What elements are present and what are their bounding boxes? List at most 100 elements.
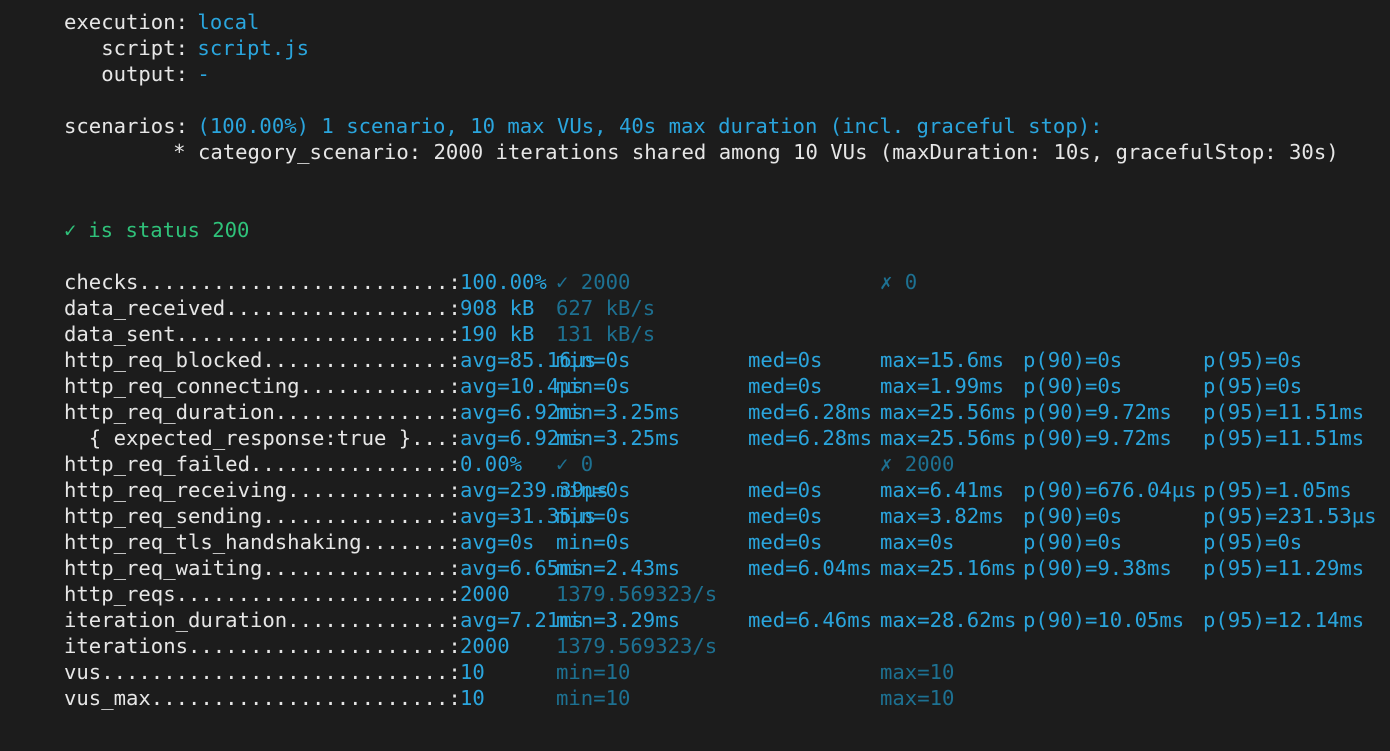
header-label: execution: [64, 10, 188, 34]
metric-name: http_req_sending...............: [64, 504, 461, 528]
checkmark-icon: ✓ [64, 218, 77, 242]
metric-value: p(95)=0s [1203, 374, 1303, 398]
metric-value: p(95)=11.29ms [1203, 556, 1365, 580]
metric-name: http_req_tls_handshaking.......: [64, 530, 461, 554]
metric-value: p(90)=0s [1023, 504, 1123, 528]
metric-value: p(95)=11.51ms [1203, 426, 1365, 450]
metric-value: med=6.28ms [748, 426, 872, 450]
metric-value: p(95)=1.05ms [1203, 478, 1352, 502]
metric-name: iteration_duration.............: [64, 608, 461, 632]
metric-value: p(95)=231.53µs [1203, 504, 1377, 528]
check-result-line: ✓ is status 200 [0, 217, 1390, 243]
metric-value: 627 kB/s [556, 296, 656, 320]
metric-value: p(95)=11.51ms [1203, 400, 1365, 424]
metric-name: data_received..................: [64, 296, 461, 320]
metric-name: iterations.....................: [64, 634, 461, 658]
metric-value: med=0s [748, 530, 823, 554]
metric-value: p(90)=0s [1023, 348, 1123, 372]
metric-value: med=0s [748, 348, 823, 372]
metric-value: 2000 [460, 634, 510, 658]
metric-value: p(90)=9.38ms [1023, 556, 1172, 580]
metric-row-checks: checks.........................: 100.00% ✓… [0, 269, 1390, 295]
metric-value: 1379.569323/s [556, 582, 718, 606]
metric-name: vus............................: [64, 660, 461, 684]
metric-value: min=10 [556, 660, 631, 684]
metric-value: ✓ 0 [556, 452, 594, 476]
metric-value: max=15.6ms [880, 348, 1004, 372]
metric-value: 0.00% [460, 452, 522, 476]
metric-value: med=6.46ms [748, 608, 872, 632]
metric-value: med=0s [748, 504, 823, 528]
metric-row-http_req_sending: http_req_sending...............: avg=31.3… [0, 503, 1390, 529]
metric-value: max=25.56ms [880, 426, 1017, 450]
metric-row-http_req_connecting: http_req_connecting............: avg=10.4… [0, 373, 1390, 399]
metric-value: min=2.43ms [556, 556, 680, 580]
metric-value: 10 [460, 686, 485, 710]
metric-value: min=3.25ms [556, 400, 680, 424]
metric-name: data_sent......................: [64, 322, 461, 346]
metric-value: max=6.41ms [880, 478, 1004, 502]
metric-value: min=0s [556, 504, 631, 528]
metric-value: med=0s [748, 374, 823, 398]
metric-row-vus_max: vus_max........................: 10 min=10… [0, 685, 1390, 711]
header-line: execution: local [0, 9, 1390, 35]
metric-value: 1379.569323/s [556, 634, 718, 658]
metric-row-http_reqs: http_reqs......................: 2000 1379… [0, 581, 1390, 607]
check-result-text: is status 200 [88, 218, 250, 242]
metric-value: avg=0s [460, 530, 535, 554]
metric-row-data_sent: data_sent......................: 190 kB 13… [0, 321, 1390, 347]
metric-row-http_req_waiting: http_req_waiting...............: avg=6.65… [0, 555, 1390, 581]
metric-value: 2000 [460, 582, 510, 606]
metric-row-iteration_duration: iteration_duration.............: avg=7.21… [0, 607, 1390, 633]
metric-value: p(90)=676.04µs [1023, 478, 1197, 502]
metric-name: http_req_duration..............: [64, 400, 461, 424]
metric-name: vus_max........................: [64, 686, 461, 710]
scenario-detail-line: * category_scenario: 2000 iterations sha… [0, 139, 1390, 165]
metric-name: http_req_connecting............: [64, 374, 461, 398]
metric-value: 908 kB [460, 296, 535, 320]
metric-value: med=6.04ms [748, 556, 872, 580]
metric-value: p(90)=0s [1023, 530, 1123, 554]
metric-value: max=0s [880, 530, 955, 554]
metric-value: max=28.62ms [880, 608, 1017, 632]
scenarios-line: scenarios: (100.00%) 1 scenario, 10 max V… [0, 113, 1390, 139]
metric-value: p(90)=9.72ms [1023, 426, 1172, 450]
metric-value: med=0s [748, 478, 823, 502]
metric-row-http_req_blocked: http_req_blocked...............: avg=85.1… [0, 347, 1390, 373]
metric-value: ✓ 2000 [556, 270, 631, 294]
metric-row-http_req_duration: http_req_duration..............: avg=6.92… [0, 399, 1390, 425]
scenario-detail: * category_scenario: 2000 iterations sha… [173, 140, 1339, 164]
header-value: - [197, 62, 210, 86]
metric-name: http_req_receiving.............: [64, 478, 461, 502]
metric-value: max=25.16ms [880, 556, 1017, 580]
metric-row-iterations: iterations.....................: 2000 1379… [0, 633, 1390, 659]
metric-value: med=6.28ms [748, 400, 872, 424]
metric-value: 131 kB/s [556, 322, 656, 346]
metric-row-http_req_failed: http_req_failed................: 0.00% ✓ 0… [0, 451, 1390, 477]
metric-value: min=0s [556, 530, 631, 554]
metric-value: 190 kB [460, 322, 535, 346]
metric-value: ✗ 2000 [880, 452, 955, 476]
metric-value: min=0s [556, 374, 631, 398]
header-label: script: [64, 36, 188, 60]
header-value: local [197, 10, 260, 34]
metric-value: p(95)=0s [1203, 530, 1303, 554]
metric-value: min=3.25ms [556, 426, 680, 450]
header-line: output: - [0, 61, 1390, 87]
metric-name: { expected_response:true }...: [64, 426, 461, 450]
metric-value: ✗ 0 [880, 270, 918, 294]
metric-name: http_req_failed................: [64, 452, 461, 476]
metric-row-http_req_tls_handshaking: http_req_tls_handshaking.......: avg=0s mi… [0, 529, 1390, 555]
scenarios-summary: (100.00%) 1 scenario, 10 max VUs, 40s ma… [197, 114, 1103, 138]
metric-name: http_req_waiting...............: [64, 556, 461, 580]
metric-name: http_req_blocked...............: [64, 348, 461, 372]
header-label: output: [64, 62, 188, 86]
metric-value: p(90)=10.05ms [1023, 608, 1185, 632]
metric-value: p(95)=12.14ms [1203, 608, 1365, 632]
metric-value: max=25.56ms [880, 400, 1017, 424]
metric-value: max=10 [880, 686, 955, 710]
metric-value: 100.00% [460, 270, 547, 294]
metric-row-data_received: data_received..................: 908 kB 62… [0, 295, 1390, 321]
metric-value: max=10 [880, 660, 955, 684]
metric-value: p(90)=9.72ms [1023, 400, 1172, 424]
